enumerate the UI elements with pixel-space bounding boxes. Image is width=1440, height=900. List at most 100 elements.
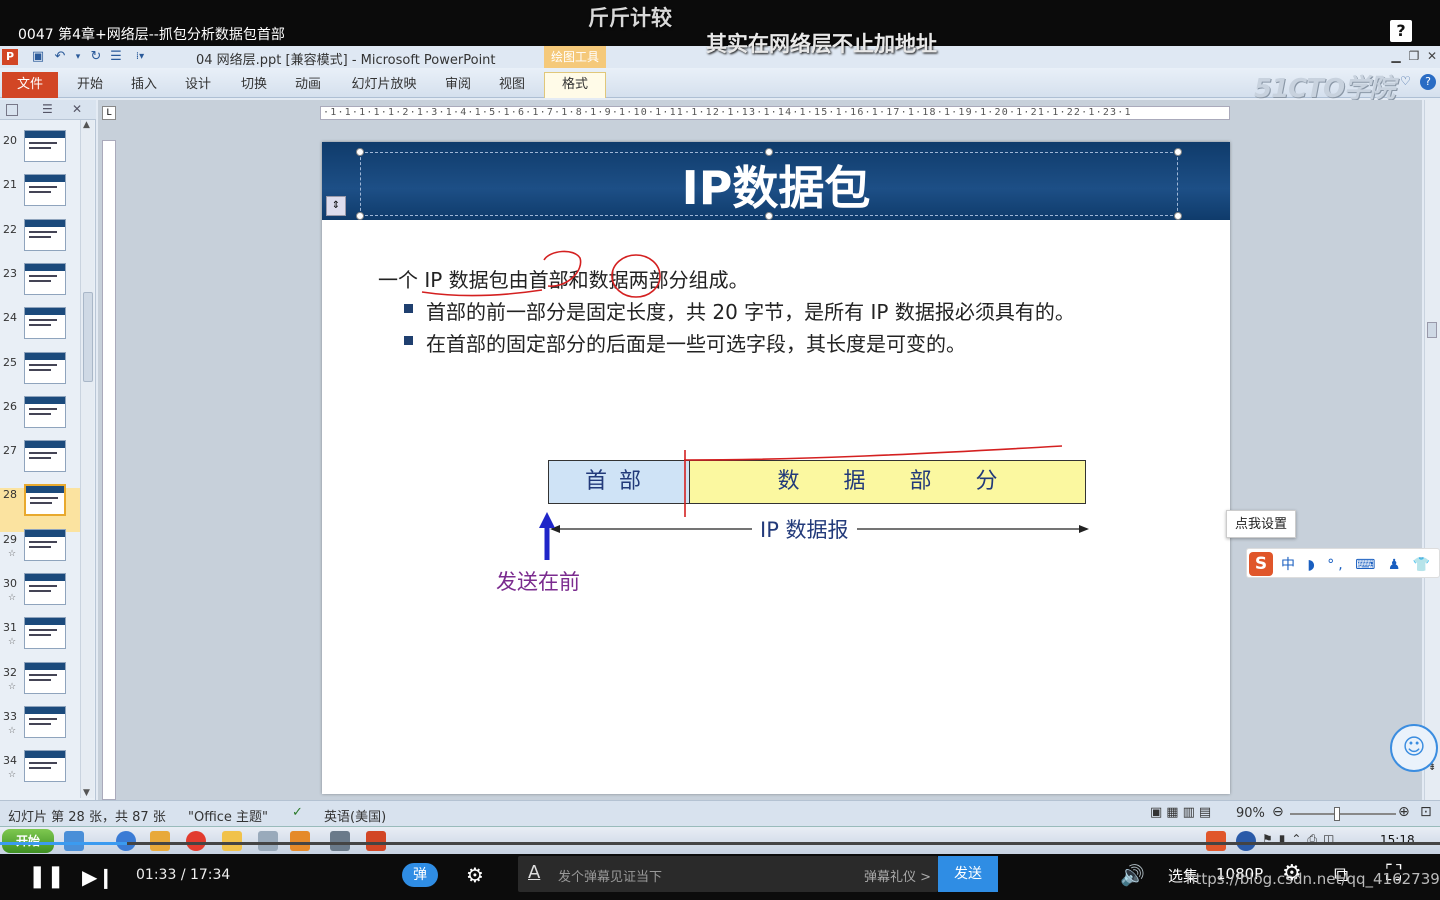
slide-number: 21 [3, 178, 17, 192]
tab-insert[interactable]: 插入 [122, 72, 166, 98]
ime-settings-tooltip[interactable]: 点我设置 [1226, 510, 1296, 538]
taskbar-app-icon[interactable] [258, 831, 278, 851]
horizontal-ruler[interactable]: ·1·1·1·1·1·2·1·3·1·4·1·5·1·6·1·7·1·8·1·9… [320, 106, 1230, 120]
powerpoint-taskbar-icon[interactable] [366, 831, 386, 851]
assistant-bot-icon[interactable]: ☺ [1390, 724, 1438, 772]
taskbar-app-icon[interactable] [290, 831, 310, 851]
ime-toolbar-buttons[interactable]: 中 ◗ °, ⌨ ♟ 👕 🔧 [1281, 554, 1440, 574]
danmu-style-icon[interactable]: A [528, 862, 540, 883]
thumbnail-image [24, 262, 66, 295]
slide-28[interactable]: IP数据包 ⇕ 一个 IP 数据包由首部和数据两部分组成。 首部的前一部分是固定… [322, 142, 1230, 794]
slide-thumbnail[interactable]: 28 [0, 484, 80, 533]
slide-thumbnail[interactable]: 27 [0, 440, 80, 488]
zoom-slider-track[interactable] [1290, 813, 1396, 815]
slide-number: 29 [3, 532, 17, 546]
pause-icon[interactable]: ❚❚ [28, 864, 65, 889]
panel-scroll-thumb[interactable] [83, 292, 93, 382]
tab-slideshow[interactable]: 幻灯片放映 [344, 72, 424, 98]
minimize-icon[interactable]: ▁ [1388, 48, 1404, 64]
slide-thumbnail[interactable]: 33 ☆ [0, 705, 80, 754]
slide-thumbnail[interactable]: 21 [0, 174, 80, 222]
slide-thumbnail[interactable]: 23 [0, 262, 80, 311]
zoom-out-icon[interactable]: ⊖ [1272, 804, 1284, 820]
danmu-input[interactable]: A 发个弹幕见证当下 弹幕礼仪 > [518, 856, 938, 892]
tab-home[interactable]: 开始 [68, 72, 112, 98]
close-icon[interactable]: ✕ [1424, 48, 1440, 64]
slide-thumbnail[interactable]: 32 ☆ [0, 661, 80, 710]
slide-thumbnail[interactable]: 29 ☆ [0, 528, 80, 577]
video-progress-track[interactable] [0, 842, 1440, 845]
customize-toolbar-icon[interactable]: ⁞▾ [132, 49, 148, 65]
scroll-down-icon[interactable]: ▼ [83, 788, 90, 798]
tab-review[interactable]: 审阅 [436, 72, 480, 98]
ribbon-help-icon[interactable]: ? [1420, 74, 1436, 90]
slide-thumbnail[interactable]: 31 ☆ [0, 617, 80, 665]
zoom-level[interactable]: 90% [1236, 806, 1265, 821]
scroll-thumb[interactable] [1427, 322, 1437, 338]
chrome-icon[interactable] [186, 831, 206, 851]
send-danmu-button[interactable]: 发送 [938, 856, 998, 892]
tab-animations[interactable]: 动画 [286, 72, 330, 98]
danmu-etiquette-link[interactable]: 弹幕礼仪 > [864, 866, 931, 885]
tab-file[interactable]: 文件 [2, 72, 58, 98]
danmu-toggle-button[interactable]: 弹 [402, 863, 438, 887]
danmu-settings-icon[interactable]: ⚙ [466, 863, 484, 887]
taskbar-app-icon[interactable] [64, 831, 84, 851]
fit-window-icon[interactable]: ⊡ [1420, 804, 1432, 820]
powerpoint-app-icon[interactable]: P [2, 49, 18, 65]
slide-number: 28 [3, 488, 17, 502]
undo-icon[interactable]: ↶ [52, 49, 68, 65]
slide-thumbnail[interactable]: 22 [0, 218, 80, 267]
thumbnail-image [24, 440, 66, 473]
vertical-scrollbar[interactable]: ⇞ ⇟ [1424, 100, 1440, 800]
animation-star-icon: ☆ [8, 637, 17, 648]
spellcheck-icon[interactable]: ✓ [292, 805, 303, 820]
ime-toolbar[interactable]: S 中 ◗ °, ⌨ ♟ 👕 🔧 [1246, 548, 1440, 578]
panel-scrollbar[interactable]: ▲ ▼ [80, 120, 94, 798]
taskbar-app-icon[interactable] [330, 831, 350, 851]
language[interactable]: 英语(美国) [324, 806, 386, 825]
help-icon[interactable]: ? [1390, 20, 1412, 42]
slide-thumbnail[interactable]: 24 [0, 307, 80, 355]
ribbon-collapse-icon[interactable]: ♡ [1400, 74, 1416, 90]
video-title: 0047 第4章+网络层--抓包分析数据包首部 [18, 27, 285, 43]
outline-tab-icon[interactable]: ☰ [42, 102, 53, 116]
tab-selector-icon[interactable]: L [102, 106, 116, 120]
time-separator: / [180, 867, 186, 883]
close-panel-icon[interactable]: ✕ [72, 102, 82, 116]
tab-view[interactable]: 视图 [490, 72, 534, 98]
zoom-slider-knob[interactable] [1334, 807, 1340, 821]
help-tray-icon[interactable] [1236, 831, 1256, 851]
slides-tab-icon[interactable] [6, 104, 18, 116]
slide-thumbnail[interactable]: 25 [0, 351, 80, 400]
taskbar-app-icon[interactable] [150, 831, 170, 851]
save-icon[interactable]: ▣ [30, 49, 46, 65]
panel-tabs: ☰ ✕ [0, 100, 96, 120]
slide-counter: 幻灯片 第 28 张，共 87 张 [8, 810, 166, 825]
restore-icon[interactable]: ❐ [1406, 48, 1422, 64]
scroll-up-icon[interactable]: ▲ [83, 120, 90, 130]
sogou-tray-icon[interactable] [1206, 831, 1226, 851]
document-title: 04 网络层.ppt [兼容模式] - Microsoft PowerPoint [196, 53, 496, 68]
slide-thumbnail[interactable]: 30 ☆ [0, 573, 80, 621]
slide-thumbnail[interactable]: 34 ☆ [0, 750, 80, 798]
view-buttons-icon[interactable]: ▣▦▥▤ [1150, 805, 1215, 820]
tab-transitions[interactable]: 切换 [232, 72, 276, 98]
start-button[interactable]: 开始 [2, 829, 54, 853]
tab-design[interactable]: 设计 [176, 72, 220, 98]
vertical-ruler[interactable] [102, 140, 116, 800]
duration: 17:34 [189, 867, 231, 883]
tab-format[interactable]: 格式 [544, 72, 606, 98]
ie-icon[interactable] [116, 831, 136, 851]
slide-thumbnail[interactable]: 20 [0, 130, 80, 178]
next-episode-icon[interactable]: ▶❙ [82, 865, 114, 889]
sogou-ime-icon[interactable]: S [1249, 552, 1273, 576]
undo-dropdown-icon[interactable]: ▾ [70, 49, 86, 65]
zoom-in-icon[interactable]: ⊕ [1398, 804, 1410, 820]
redo-icon[interactable]: ↻ [88, 49, 104, 65]
volume-icon[interactable]: 🔊 [1120, 863, 1145, 887]
layout-icon[interactable]: ☰ [108, 49, 124, 65]
slide-thumbnail[interactable]: 26 [0, 395, 80, 444]
animation-star-icon: ☆ [8, 770, 17, 781]
folder-icon[interactable] [222, 831, 242, 851]
